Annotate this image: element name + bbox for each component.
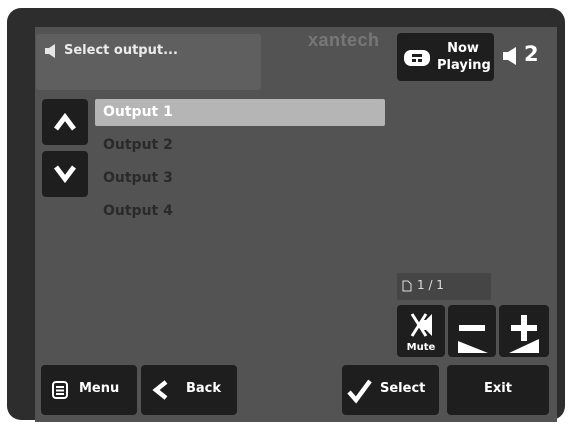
output-list: Output 1 Output 2 Output 3 Output 4 — [95, 99, 385, 231]
menu-button[interactable]: Menu — [41, 365, 137, 415]
now-playing-label: Now Playing — [437, 41, 491, 73]
volume-up-button[interactable] — [499, 305, 549, 357]
page-indicator-text: 1 / 1 — [417, 278, 444, 292]
status-panel: Select output... — [36, 34, 261, 90]
now-playing-button[interactable]: Now Playing — [397, 33, 494, 81]
select-button[interactable]: Select — [342, 365, 439, 415]
mute-button[interactable]: Mute — [397, 305, 445, 357]
volume-down-button[interactable] — [448, 305, 496, 357]
select-label: Select — [380, 381, 426, 396]
chevron-up-icon — [54, 112, 76, 131]
mute-icon — [410, 313, 432, 337]
status-text: Select output... — [64, 43, 178, 58]
speaker-icon — [503, 47, 516, 65]
page-icon — [402, 280, 412, 292]
output-list-item[interactable]: Output 3 — [95, 165, 385, 192]
speaker-icon — [45, 44, 55, 58]
scroll-down-button[interactable] — [42, 151, 88, 197]
list-icon — [52, 381, 68, 399]
back-label: Back — [186, 381, 222, 396]
output-list-item[interactable]: Output 2 — [95, 132, 385, 159]
chevron-down-icon — [54, 165, 76, 184]
scroll-up-button[interactable] — [42, 99, 88, 145]
plus-icon — [509, 315, 539, 353]
mute-label: Mute — [406, 342, 436, 353]
disc-player-icon — [404, 50, 430, 66]
exit-label: Exit — [484, 381, 512, 396]
volume-zone-number: 2 — [524, 42, 539, 66]
checkmark-icon — [347, 379, 372, 404]
exit-button[interactable]: Exit — [447, 365, 549, 415]
output-list-item[interactable]: Output 4 — [95, 198, 385, 225]
page-indicator: 1 / 1 — [397, 273, 491, 300]
menu-label: Menu — [79, 381, 120, 396]
chevron-left-icon — [152, 380, 168, 400]
brand-logo: xantech — [308, 30, 380, 50]
back-button[interactable]: Back — [141, 365, 237, 415]
output-list-item[interactable]: Output 1 — [95, 99, 385, 126]
minus-icon — [458, 325, 488, 353]
